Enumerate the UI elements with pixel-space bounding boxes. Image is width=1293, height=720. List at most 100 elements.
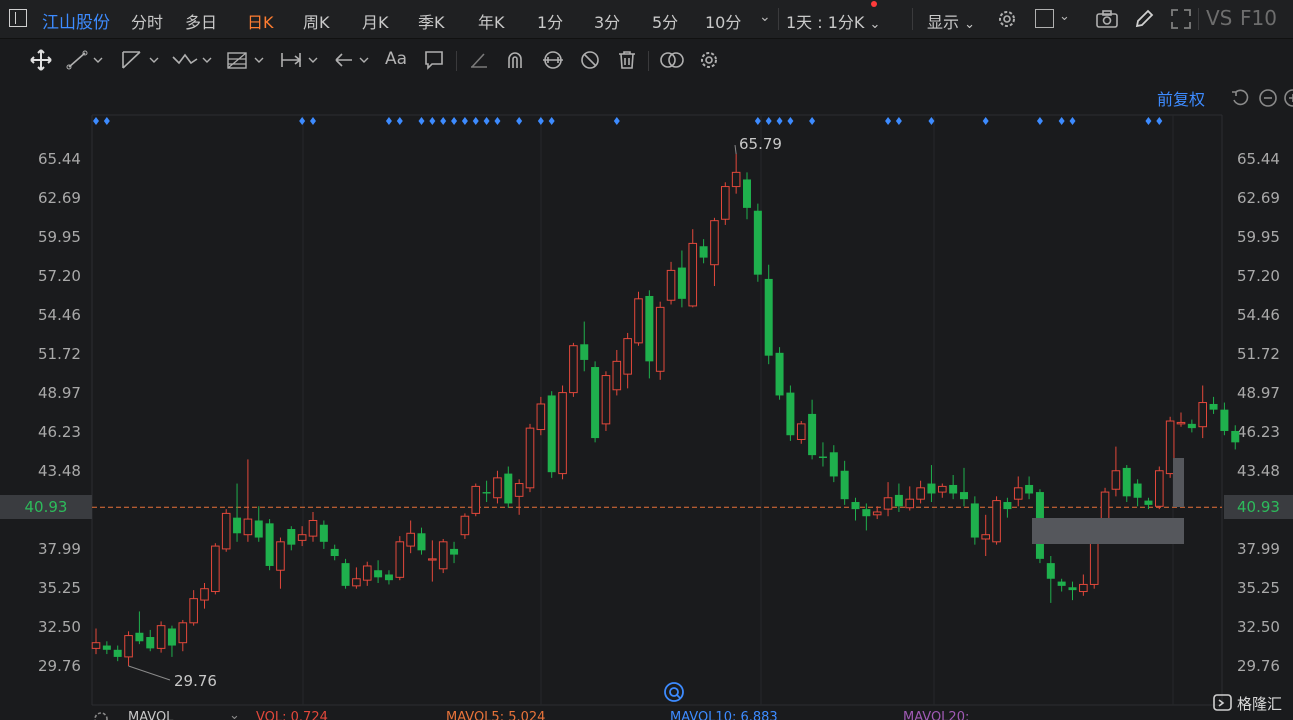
event-marker-diamond	[299, 117, 306, 125]
candle-body-up	[992, 500, 1001, 543]
candle-body-up	[211, 545, 220, 593]
candle-body-down	[786, 392, 795, 436]
watermark-logo: 格隆汇	[1213, 692, 1293, 714]
candle-body-up	[981, 534, 991, 540]
y-tick-label-left: 59.95	[38, 228, 81, 246]
candle-body-up	[1013, 487, 1023, 500]
candle-body-down	[894, 494, 903, 507]
candle-body-down	[504, 473, 513, 504]
min-price-label: 29.76	[174, 672, 217, 690]
candle-body-up	[362, 565, 372, 581]
candle-body-up	[731, 171, 741, 188]
event-marker-diamond	[385, 117, 392, 125]
candle-body-up	[612, 360, 622, 391]
candle-body-up	[558, 392, 567, 475]
candle-body-down	[384, 574, 393, 581]
candle-body-up	[156, 625, 166, 649]
y-tick-label-left: 37.99	[38, 540, 81, 558]
event-marker-diamond	[93, 117, 99, 125]
event-marker-diamond	[472, 117, 479, 125]
candle-body-down	[1068, 587, 1077, 591]
event-marker-diamond	[1069, 117, 1076, 125]
event-marker-diamond	[787, 117, 794, 125]
candlestick-chart[interactable]: 65.44 65.44 62.69 62.69 59.95 59.95 57.20 57.20…	[0, 0, 1293, 720]
y-tick-label-right: 29.76	[1237, 657, 1280, 675]
candle-body-down	[287, 529, 296, 545]
candle-body-down	[482, 492, 491, 494]
mavol-label[interactable]: MAVOL	[128, 710, 173, 720]
tooltip-overlay-box	[1032, 518, 1184, 544]
y-tick-label-left: 32.50	[38, 618, 81, 636]
candle-body-up	[634, 298, 643, 344]
event-marker-diamond	[776, 117, 783, 125]
candle-body-down	[254, 520, 263, 538]
event-marker-diamond	[494, 117, 501, 125]
event-marker-diamond	[396, 117, 403, 125]
candle-body-down	[341, 563, 350, 586]
y-tick-label-left: 57.20	[38, 267, 81, 285]
y-tick-label-left: 29.76	[38, 657, 81, 675]
candle-body-up	[428, 558, 437, 561]
candle-body-up	[796, 423, 806, 440]
candle-body-up	[460, 515, 470, 536]
event-marker-diamond	[754, 117, 761, 125]
min-annotation-line	[128, 665, 171, 681]
candle-body-down	[135, 632, 144, 642]
y-tick-label-right: 65.44	[1237, 150, 1280, 168]
candle-body-up	[872, 511, 882, 516]
reset-zoom-icon[interactable]	[663, 681, 685, 703]
candle-body-down	[113, 649, 122, 657]
candle-body-up	[601, 375, 611, 425]
candle-body-down	[862, 509, 871, 517]
candle-body-down	[1231, 430, 1240, 443]
event-marker-diamond	[895, 117, 902, 125]
candle-body-up	[938, 485, 947, 493]
event-marker-diamond	[103, 117, 110, 125]
indicator-settings-gear-icon[interactable]	[92, 710, 110, 720]
event-marker-diamond	[1156, 117, 1163, 125]
event-marker-diamond	[613, 117, 620, 125]
candle-body-down	[146, 637, 155, 649]
event-marker-diamond	[537, 117, 544, 125]
event-marker-diamond	[765, 117, 772, 125]
candle-body-down	[829, 452, 838, 477]
candle-body-down	[265, 523, 274, 566]
candle-body-down	[775, 352, 784, 396]
candle-body-up	[124, 635, 133, 658]
y-tick-label-left: 46.23	[38, 423, 81, 441]
candle-body-down	[102, 645, 111, 650]
candle-body-down	[1003, 502, 1012, 510]
y-tick-label-right: 54.46	[1237, 306, 1280, 324]
candle-body-up	[200, 588, 209, 601]
candle-body-down	[1209, 403, 1218, 410]
candle-body-down	[699, 246, 708, 258]
candle-body-up	[406, 532, 415, 547]
y-tick-label-left: 65.44	[38, 150, 81, 168]
candle-body-down	[1046, 563, 1055, 579]
candle-body-down	[960, 492, 968, 500]
event-marker-diamond	[418, 117, 425, 125]
event-marker-diamond	[429, 117, 436, 125]
event-marker-diamond	[548, 117, 555, 125]
candle-body-up	[883, 497, 893, 510]
candle-body-down	[1057, 581, 1066, 586]
candle-body-down	[970, 503, 979, 538]
y-tick-label-left: 51.72	[38, 345, 81, 363]
event-marker-diamond	[1145, 117, 1152, 125]
current-price-tag-left: 40.93	[0, 495, 92, 519]
y-tick-label-right: 57.20	[1237, 267, 1280, 285]
candle-body-down	[580, 344, 589, 360]
candle-body-up	[243, 518, 253, 536]
y-tick-label-left: 54.46	[38, 306, 81, 324]
candle-body-down	[840, 470, 849, 500]
candle-body-up	[514, 483, 524, 497]
event-marker-diamond	[451, 117, 458, 125]
max-annotation-line	[734, 144, 737, 155]
mavol-chevron-icon[interactable]: ⌄	[229, 708, 240, 720]
candle-body-up	[493, 477, 502, 499]
y-tick-label-right: 59.95	[1237, 228, 1280, 246]
candle-body-up	[1079, 583, 1088, 593]
candle-body-down	[233, 517, 242, 534]
mavol20-value: MAVOL20:	[903, 710, 970, 720]
candle-body-up	[688, 242, 698, 307]
